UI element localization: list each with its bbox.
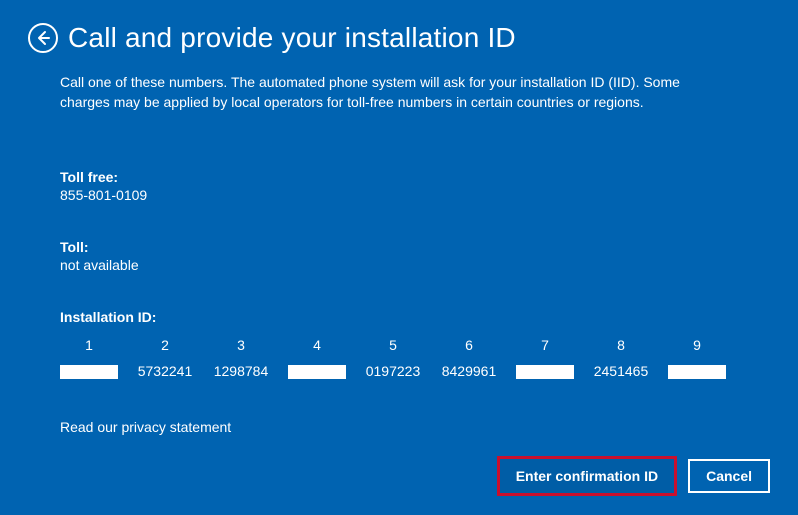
id-column-header: 8 [592, 335, 650, 355]
toll-free-value: 855-801-0109 [60, 187, 738, 203]
redacted-block [516, 365, 574, 379]
id-column-value: 8429961 [440, 355, 498, 381]
toll-value: not available [60, 257, 738, 273]
installation-id-grid: 123456789 5732241 1298784 0197223 8429961 24… [60, 335, 738, 381]
toll-label: Toll: [60, 239, 738, 255]
description-text: Call one of these numbers. The automated… [60, 72, 730, 113]
id-column-value: 2451465 [592, 355, 650, 381]
id-column-header: 4 [288, 335, 346, 355]
id-column-header: 6 [440, 335, 498, 355]
privacy-link[interactable]: Read our privacy statement [60, 419, 738, 435]
id-column-header: 9 [668, 335, 726, 355]
id-column-value [668, 355, 726, 381]
id-column-header: 1 [60, 335, 118, 355]
id-column-value: 1298784 [212, 355, 270, 381]
arrow-left-icon [35, 30, 51, 46]
installation-id-label: Installation ID: [60, 309, 738, 325]
id-column-header: 5 [364, 335, 422, 355]
enter-confirmation-id-button[interactable]: Enter confirmation ID [500, 459, 674, 493]
id-column-value [516, 355, 574, 381]
redacted-block [60, 365, 118, 379]
id-column-header: 3 [212, 335, 270, 355]
page-title: Call and provide your installation ID [68, 22, 516, 54]
id-column-value: 0197223 [364, 355, 422, 381]
id-column-value [60, 355, 118, 381]
id-column-value: 5732241 [136, 355, 194, 381]
id-column-header: 2 [136, 335, 194, 355]
id-column-value [288, 355, 346, 381]
back-button[interactable] [28, 23, 58, 53]
id-column-header: 7 [516, 335, 574, 355]
toll-free-label: Toll free: [60, 169, 738, 185]
redacted-block [288, 365, 346, 379]
redacted-block [668, 365, 726, 379]
cancel-button[interactable]: Cancel [688, 459, 770, 493]
